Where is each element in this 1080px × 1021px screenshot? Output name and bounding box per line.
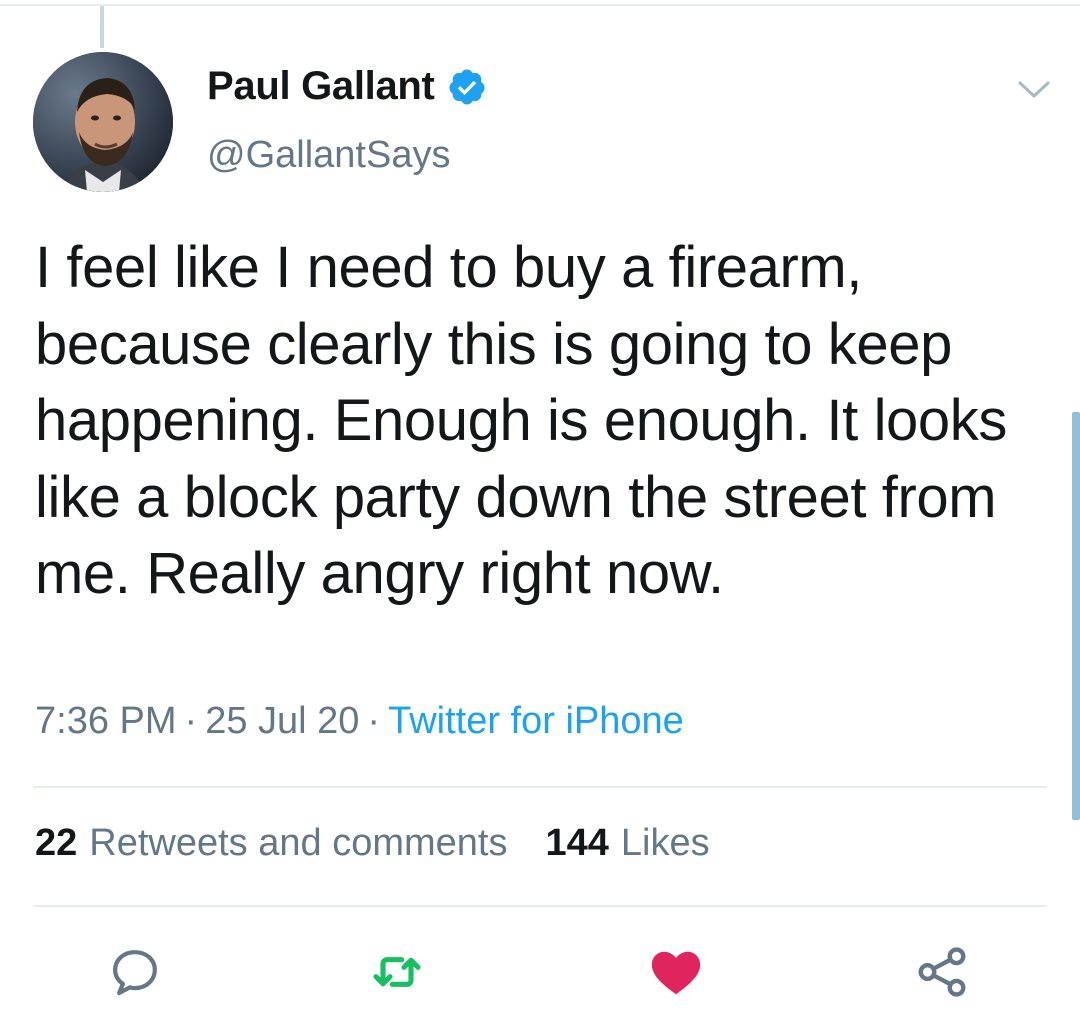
retweet-icon <box>373 957 421 987</box>
retweets-label: Retweets and comments <box>89 822 508 864</box>
likes-stat[interactable]: 144 Likes <box>545 822 709 865</box>
tweet-stats: 22 Retweets and comments 144 Likes <box>35 822 710 865</box>
author-name[interactable]: Paul Gallant <box>207 64 435 109</box>
tweet-text: I feel like I need to buy a firearm, bec… <box>35 235 1007 606</box>
retweets-count: 22 <box>35 822 78 864</box>
verified-badge-icon <box>447 67 487 107</box>
author-handle[interactable]: @GallantSays <box>207 134 450 177</box>
meta-separator: · <box>367 700 381 742</box>
retweets-stat[interactable]: 22 Retweets and comments <box>35 822 507 865</box>
thread-connector-line <box>100 6 104 48</box>
retweet-button[interactable] <box>365 940 429 1004</box>
heart-icon <box>651 951 701 995</box>
reply-icon <box>113 950 157 996</box>
tweet-metadata: 7:36 PM · 25 Jul 20 · Twitter for iPhone <box>35 700 684 743</box>
author-name-row[interactable]: Paul Gallant <box>207 64 487 109</box>
meta-separator: · <box>184 700 198 742</box>
like-button[interactable] <box>644 940 708 1004</box>
avatar[interactable] <box>33 52 173 192</box>
scrollbar-thumb[interactable] <box>1072 412 1080 820</box>
share-icon <box>918 947 966 997</box>
chevron-down-icon[interactable] <box>1016 78 1052 102</box>
reply-button[interactable] <box>103 940 167 1004</box>
likes-count: 144 <box>545 822 609 864</box>
tweet-date[interactable]: 25 Jul 20 <box>205 700 359 742</box>
share-button[interactable] <box>910 940 974 1004</box>
top-divider <box>0 4 1080 6</box>
divider <box>33 905 1047 907</box>
tweet-time[interactable]: 7:36 PM <box>35 700 177 742</box>
divider <box>33 786 1047 788</box>
tweet-source-link[interactable]: Twitter for iPhone <box>388 700 684 742</box>
likes-label: Likes <box>620 822 710 864</box>
